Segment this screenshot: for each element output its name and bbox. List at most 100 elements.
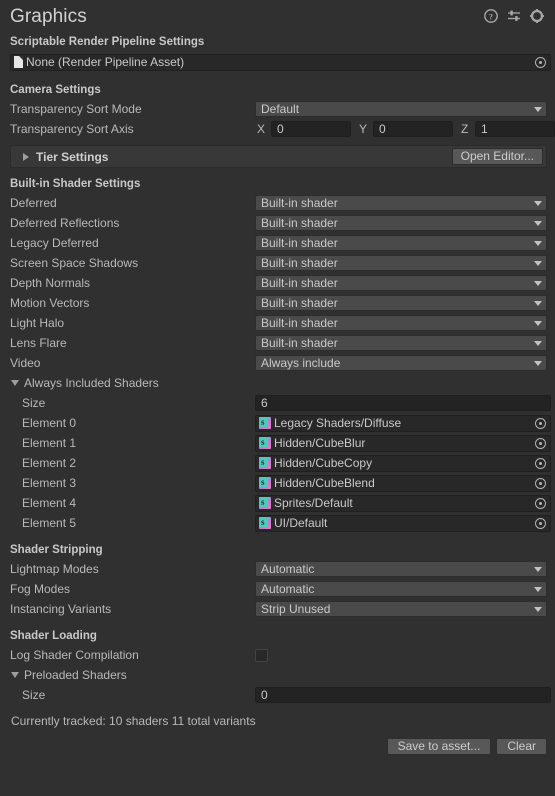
object-picker-icon[interactable] <box>533 416 548 431</box>
always-included-size-row: Size 6 <box>0 393 555 413</box>
shader-asset-icon: s <box>259 457 271 469</box>
builtin-shader-dropdown[interactable]: Built-in shader <box>255 335 547 351</box>
builtin-shader-label: Screen Space Shadows <box>10 256 139 270</box>
preloaded-shaders-foldout[interactable]: Preloaded Shaders <box>0 665 555 685</box>
shader-element-value: Hidden/CubeCopy <box>274 456 373 470</box>
log-shader-compilation-row: Log Shader Compilation <box>0 645 555 665</box>
render-pipeline-asset-field[interactable]: None (Render Pipeline Asset) <box>10 53 551 71</box>
graphics-settings-window: Graphics ? Scriptable Render Pipeline Se… <box>0 0 555 796</box>
axis-y-input[interactable]: 0 <box>373 121 453 137</box>
transparency-sort-mode-dropdown[interactable]: Default <box>255 101 547 117</box>
shader-asset-icon: s <box>259 477 271 489</box>
shader-stripping-row: Fog Modes Automatic <box>0 579 555 599</box>
builtin-shader-value: Built-in shader <box>261 216 338 230</box>
shader-element-label: Element 3 <box>22 476 77 490</box>
help-icon[interactable]: ? <box>484 9 498 23</box>
shader-object-field[interactable]: s Sprites/Default <box>255 494 551 512</box>
log-shader-compilation-checkbox[interactable] <box>255 648 268 662</box>
fog-modes-dropdown[interactable]: Automatic <box>255 581 547 597</box>
shader-asset-icon: s <box>259 417 271 429</box>
builtin-shader-label: Depth Normals <box>10 276 91 290</box>
builtin-shader-row: Video Always include <box>0 353 555 373</box>
builtin-shader-label: Deferred Reflections <box>10 216 120 230</box>
builtin-shader-row: Deferred Built-in shader <box>0 193 555 213</box>
builtin-shader-dropdown[interactable]: Built-in shader <box>255 235 547 251</box>
tier-settings-foldout[interactable]: Tier Settings Open Editor... <box>10 145 547 168</box>
shader-element-label: Element 5 <box>22 516 77 530</box>
builtin-shader-row: Motion Vectors Built-in shader <box>0 293 555 313</box>
builtin-shader-label: Lens Flare <box>10 336 67 350</box>
builtin-shader-value: Built-in shader <box>261 316 338 330</box>
builtin-shader-dropdown[interactable]: Built-in shader <box>255 315 547 331</box>
camera-section-header: Camera Settings <box>10 83 101 96</box>
titlebar-icon-group: ? <box>484 9 547 23</box>
shader-element-label: Element 0 <box>22 416 77 430</box>
shader-stripping-label: Lightmap Modes <box>10 562 99 576</box>
shader-stripping-row: Instancing Variants Strip Unused <box>0 599 555 619</box>
chevron-down-icon <box>534 221 542 226</box>
chevron-down-icon <box>534 361 542 366</box>
builtin-shader-dropdown[interactable]: Always include <box>255 355 547 371</box>
builtin-shader-row: Legacy Deferred Built-in shader <box>0 233 555 253</box>
shader-stripping-label: Instancing Variants <box>10 602 112 616</box>
shader-loading-section-header: Shader Loading <box>10 629 97 642</box>
preloaded-shaders-size-label: Size <box>22 688 46 702</box>
gear-icon[interactable] <box>530 9 544 23</box>
shader-object-field[interactable]: s Hidden/CubeCopy <box>255 454 551 472</box>
preloaded-shaders-label: Preloaded Shaders <box>24 668 127 682</box>
shader-object-field[interactable]: s Legacy Shaders/Diffuse <box>255 414 551 432</box>
shader-element-row: Element 0 s Legacy Shaders/Diffuse <box>0 413 555 433</box>
builtin-shader-value: Built-in shader <box>261 336 338 350</box>
always-included-size-input[interactable]: 6 <box>255 395 551 411</box>
shader-element-row: Element 5 s UI/Default <box>0 513 555 533</box>
shader-element-row: Element 2 s Hidden/CubeCopy <box>0 453 555 473</box>
transparency-sort-mode-value: Default <box>261 102 300 116</box>
axis-z-input[interactable]: 1 <box>475 121 555 137</box>
shader-element-value: UI/Default <box>274 516 328 530</box>
object-picker-icon[interactable] <box>533 55 548 70</box>
axis-y-label: Y <box>359 122 368 136</box>
builtin-shader-dropdown[interactable]: Built-in shader <box>255 195 547 211</box>
preloaded-shaders-size-input[interactable]: 0 <box>255 687 551 703</box>
save-to-asset-button[interactable]: Save to asset... <box>386 738 492 755</box>
shader-object-field[interactable]: s Hidden/CubeBlur <box>255 434 551 452</box>
shader-asset-icon: s <box>259 517 271 529</box>
object-picker-icon[interactable] <box>533 436 548 451</box>
shader-object-field[interactable]: s Hidden/CubeBlend <box>255 474 551 492</box>
object-picker-icon[interactable] <box>533 456 548 471</box>
shader-asset-icon: s <box>259 497 271 509</box>
chevron-down-icon <box>534 567 542 572</box>
object-picker-icon[interactable] <box>533 496 548 511</box>
chevron-right-icon <box>23 152 29 161</box>
lightmap-modes-dropdown[interactable]: Automatic <box>255 561 547 577</box>
always-included-shaders-foldout[interactable]: Always Included Shaders <box>0 373 555 393</box>
transparency-sort-axis-vector3: X 0 Y 0 Z 1 <box>255 121 555 137</box>
builtin-shader-label: Deferred <box>10 196 57 210</box>
builtin-shader-dropdown[interactable]: Built-in shader <box>255 215 547 231</box>
builtin-shader-label: Light Halo <box>10 316 65 330</box>
object-picker-icon[interactable] <box>533 516 548 531</box>
shader-object-field[interactable]: s UI/Default <box>255 514 551 532</box>
preloaded-shaders-size-row: Size 0 <box>0 685 555 705</box>
footer-button-group: Save to asset... Clear <box>0 732 555 755</box>
preset-icon[interactable] <box>507 9 521 23</box>
builtin-shader-value: Built-in shader <box>261 276 338 290</box>
chevron-down-icon <box>534 607 542 612</box>
object-picker-icon[interactable] <box>533 476 548 491</box>
builtin-shader-section-header: Built-in Shader Settings <box>10 177 141 190</box>
builtin-shader-rows: Deferred Built-in shader Deferred Reflec… <box>0 193 555 373</box>
tracked-shaders-status: Currently tracked: 10 shaders 11 total v… <box>11 714 256 728</box>
shader-element-value: Sprites/Default <box>274 496 353 510</box>
builtin-shader-dropdown[interactable]: Built-in shader <box>255 295 547 311</box>
builtin-shader-dropdown[interactable]: Built-in shader <box>255 255 547 271</box>
axis-z-label: Z <box>461 122 469 136</box>
open-editor-button[interactable]: Open Editor... <box>451 148 543 165</box>
builtin-shader-dropdown[interactable]: Built-in shader <box>255 275 547 291</box>
always-included-size-label: Size <box>22 396 46 410</box>
axis-x-input[interactable]: 0 <box>271 121 351 137</box>
transparency-sort-mode-label: Transparency Sort Mode <box>10 102 142 116</box>
instancing-variants-dropdown[interactable]: Strip Unused <box>255 601 547 617</box>
window-titlebar: Graphics ? <box>0 0 555 32</box>
shader-element-label: Element 4 <box>22 496 77 510</box>
clear-button[interactable]: Clear <box>496 738 547 755</box>
